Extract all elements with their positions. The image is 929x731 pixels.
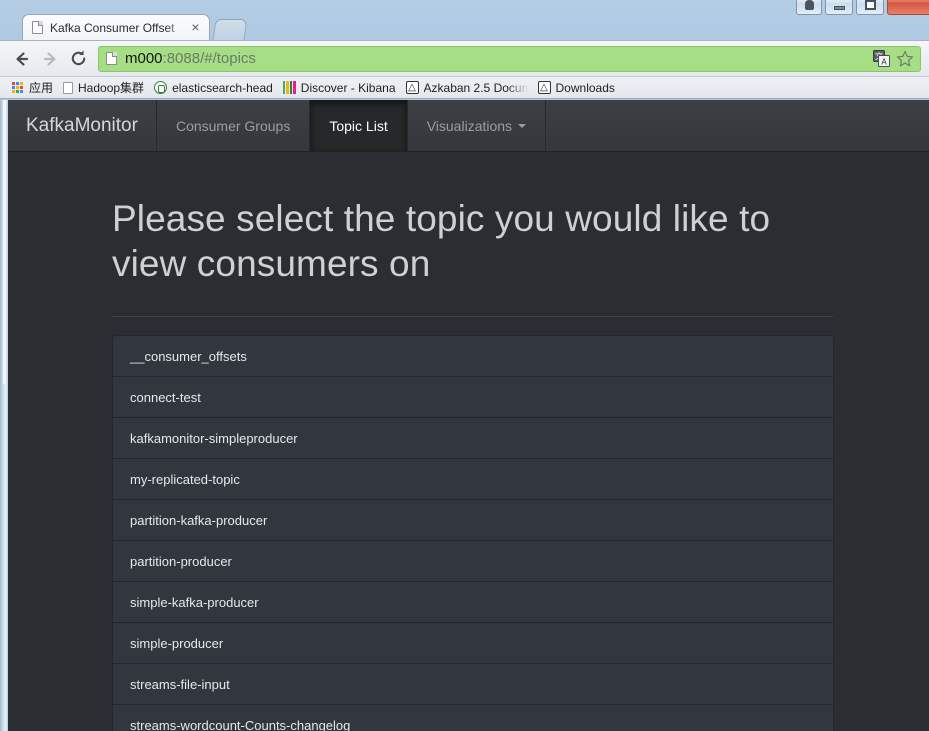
topic-list: __consumer_offsets connect-test kafkamon… [112,335,834,731]
maximize-icon [864,0,876,10]
nav-label: Consumer Groups [175,117,291,134]
azkaban-icon: △ [405,81,419,94]
apps-grid-icon [12,81,24,94]
tab-strip: Kafka Consumer Offset × [0,0,929,40]
kibana-icon [282,81,296,94]
bookmarks-bar: 应用 Hadoop集群 elasticsearch-head Discover … [0,76,929,99]
minimize-icon [833,6,845,10]
bookmark-label: Discover - Kibana [300,80,396,95]
brand-logo[interactable]: KafkaMonitor [8,100,157,151]
bookmark-label: Azkaban 2.5 Docum [423,80,528,95]
page-title: Please select the topic you would like t… [112,198,771,285]
bookmark-discover-kibana[interactable]: Discover - Kibana [280,78,403,97]
address-bar[interactable]: m000:8088/#/topics 文 A [98,45,921,72]
page-icon [106,52,117,65]
tab-title: Kafka Consumer Offset [50,20,175,35]
list-item[interactable]: simple-kafka-producer [113,582,833,624]
url-host: m000 [125,50,163,67]
user-profile-button[interactable] [796,0,822,15]
page-content: Please select the topic you would like t… [8,152,929,731]
reload-icon [71,50,85,66]
browser-tab[interactable]: Kafka Consumer Offset × [22,14,210,40]
elasticsearch-icon [154,81,168,94]
list-item[interactable]: partition-producer [113,541,833,583]
bookmark-label: Hadoop集群 [78,81,145,95]
window-left-border [0,100,8,731]
svg-text:A: A [881,58,887,67]
reload-button[interactable] [64,45,92,73]
page-viewport: KafkaMonitor Consumer Groups Topic List … [8,100,929,731]
list-item[interactable]: connect-test [113,377,833,419]
nav-item-topic-list[interactable]: Topic List [310,100,408,151]
bookmark-label: 应用 [29,81,54,95]
nav-label: Topic List [329,117,388,134]
nav-label: Visualizations [426,117,513,134]
minimize-button[interactable] [825,0,853,15]
bookmark-label: elasticsearch-head [172,80,273,95]
bookmark-downloads[interactable]: △ Downloads [535,78,622,97]
bookmark-label: Downloads [555,80,615,95]
azkaban-icon: △ [537,81,551,94]
url-text: m000:8088/#/topics [125,50,867,67]
nav-item-consumer-groups[interactable]: Consumer Groups [157,100,311,151]
list-item[interactable]: streams-file-input [113,664,833,706]
omnibox-actions: 文 A [867,50,914,68]
list-item[interactable]: simple-producer [113,623,833,665]
back-arrow-icon [16,51,29,66]
close-icon[interactable]: × [188,20,203,35]
list-item[interactable]: streams-wordcount-Counts-changelog [113,705,833,731]
list-item[interactable]: my-replicated-topic [113,459,833,501]
list-item[interactable]: kafkamonitor-simpleproducer [113,418,833,460]
user-icon [804,0,814,10]
forward-arrow-icon [43,51,56,66]
url-path: :8088/#/topics [162,50,256,67]
bookmark-azkaban-docs[interactable]: △ Azkaban 2.5 Docum [403,78,535,97]
window-controls [796,0,929,15]
bookmark-hadoop[interactable]: Hadoop集群 [60,78,151,97]
translate-icon[interactable]: 文 A [873,50,890,67]
app-navbar: KafkaMonitor Consumer Groups Topic List … [8,100,929,152]
page-icon [63,81,74,94]
title-divider [112,316,833,318]
chevron-down-icon [518,123,527,128]
maximize-button[interactable] [856,0,884,15]
new-tab-button[interactable] [212,19,248,40]
list-item[interactable]: __consumer_offsets [113,336,833,378]
bookmark-elasticsearch-head[interactable]: elasticsearch-head [151,78,280,97]
list-item[interactable]: partition-kafka-producer [113,500,833,542]
star-icon[interactable] [896,50,914,68]
browser-window: Kafka Consumer Offset × m000:8088/#/topi… [0,0,929,731]
forward-button[interactable] [36,45,64,73]
nav-item-visualizations[interactable]: Visualizations [408,100,547,151]
close-button[interactable] [887,0,929,15]
page-icon [32,21,43,34]
bookmark-apps[interactable]: 应用 [9,78,60,97]
back-button[interactable] [8,45,36,73]
browser-toolbar: m000:8088/#/topics 文 A [0,40,929,76]
